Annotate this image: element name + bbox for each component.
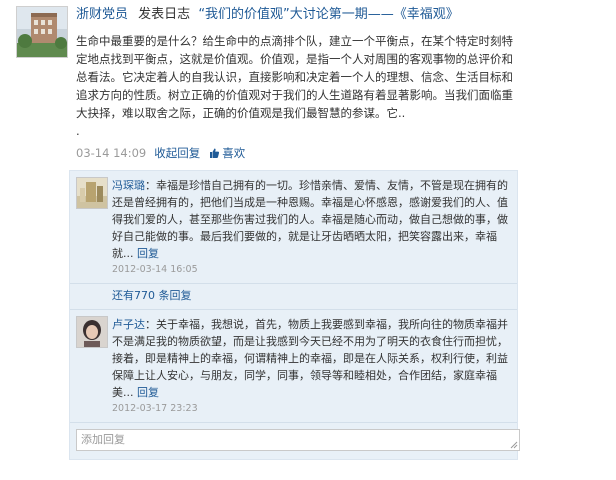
comment-reply-link[interactable]: 回复 [137,247,159,260]
post-action: 发表日志 [138,7,191,22]
comment-item: 冯琛璐：幸福是珍惜自己拥有的一切。珍惜亲情、爱情、友情，不管是现在拥有的还是曾经… [70,171,517,284]
reply-box: 添加回复 [70,423,520,459]
poster-avatar[interactable] [16,6,68,58]
post: 浙财党员 发表日志 “我们的价值观”大讨论第一期——《幸福观》 生命中最重要的是… [76,6,596,162]
post-body-dot: . [76,124,80,138]
post-body: 生命中最重要的是什么？给生命中的点滴排个队，建立一个平衡点，在某个特定时刻特定地… [76,32,518,140]
comment-text: 卢子达：关于幸福，我想说，首先，物质上我要感到幸福，我所向往的物质幸福并不是满足… [112,316,509,401]
post-time: 03-14 14:09 [76,146,147,160]
like-button[interactable]: 喜欢 [208,144,245,162]
comment-text: 冯琛璐：幸福是珍惜自己拥有的一切。珍惜亲情、爱情、友情，不管是现在拥有的还是曾经… [112,177,509,262]
reply-placeholder: 添加回复 [81,433,125,446]
author-link[interactable]: 浙财党员 [76,7,128,22]
comment-time: 2012-03-14 16:05 [112,264,198,275]
commenter-name[interactable]: 冯琛璐 [112,179,145,192]
comment-reply-link[interactable]: 回复 [137,386,159,399]
heart-thumb-icon [210,148,220,158]
comment-content: ：关于幸福，我想说，首先，物质上我要感到幸福，我所向往的物质幸福并不是满足我的物… [112,318,508,399]
commenter-avatar[interactable] [76,177,108,209]
resize-grip-icon[interactable] [510,441,518,449]
commenter-name[interactable]: 卢子达 [112,318,145,331]
reply-input[interactable]: 添加回复 [76,429,520,451]
more-replies-link[interactable]: 还有770 条回复 [112,289,192,302]
collect-reply-link[interactable]: 收起回复 [154,144,200,162]
comment-item: 卢子达：关于幸福，我想说，首先，物质上我要感到幸福，我所向往的物质幸福并不是满足… [70,310,517,423]
like-label[interactable]: 喜欢 [222,144,245,162]
topic-link[interactable]: “我们的价值观”大讨论第一期——《幸福观》 [198,7,458,22]
post-title: 浙财党员 发表日志 “我们的价值观”大讨论第一期——《幸福观》 [76,6,596,24]
commenter-avatar[interactable] [76,316,108,348]
more-replies: 还有770 条回复 [70,284,517,310]
comment-time: 2012-03-17 23:23 [112,403,198,414]
post-meta: 03-14 14:09 收起回复 喜欢 [76,144,596,162]
comment-content: ：幸福是珍惜自己拥有的一切。珍惜亲情、爱情、友情，不管是现在拥有的还是曾经拥有的… [112,179,508,260]
comments-panel: 冯琛璐：幸福是珍惜自己拥有的一切。珍惜亲情、爱情、友情，不管是现在拥有的还是曾经… [69,170,520,460]
post-body-text: 生命中最重要的是什么？给生命中的点滴排个队，建立一个平衡点，在某个特定时刻特定地… [76,34,513,120]
